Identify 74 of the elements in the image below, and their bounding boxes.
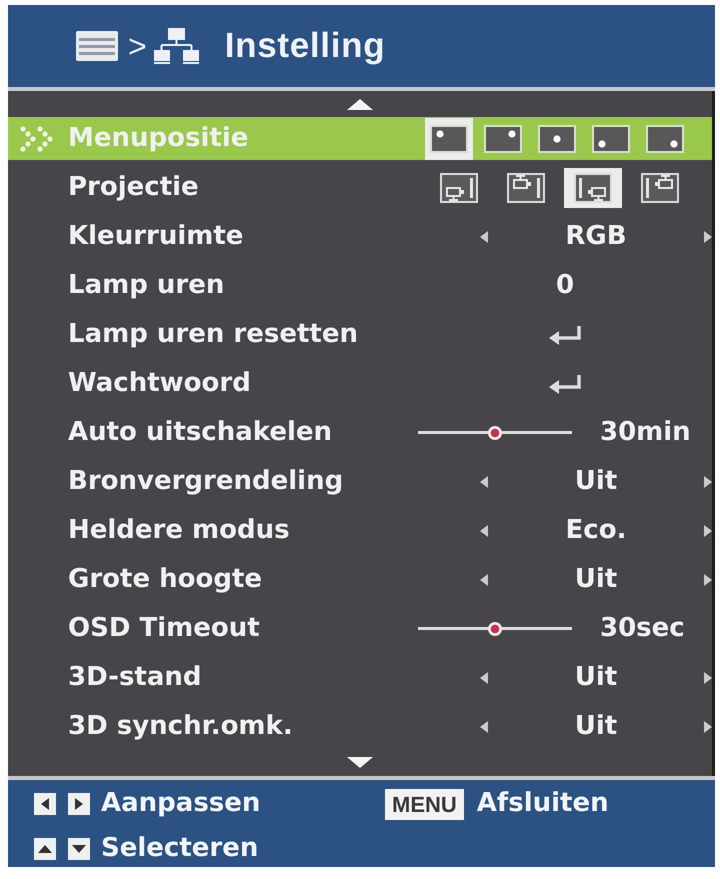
menu-key: MENU [385, 788, 464, 820]
screen-position-icon[interactable] [425, 118, 473, 160]
menu-row[interactable]: Lamp uren 0 [8, 264, 712, 307]
screen-position-icon[interactable] [592, 124, 630, 152]
menu-row[interactable]: Kleurruimte RGB [8, 215, 712, 258]
setting-label: Heldere modus [68, 514, 291, 546]
projection-mode-icon[interactable] [564, 168, 622, 208]
setting-label: Lamp uren [68, 270, 226, 302]
left-arrow-icon [480, 574, 488, 586]
selection-chevron-icon [20, 126, 54, 152]
menu-row[interactable]: Wachtwoord [8, 362, 712, 405]
slider-thumb[interactable] [488, 622, 502, 636]
setting-value: Uit [574, 564, 618, 596]
scroll-up-arrow-icon [347, 98, 373, 110]
menu-row[interactable]: 3D synchr.omk. Uit [8, 705, 712, 748]
menu-row[interactable]: 3D-stand Uit [8, 656, 712, 699]
menu-row[interactable]: Auto uitschakelen 30min [8, 411, 712, 454]
setting-value: Uit [574, 710, 618, 742]
menu-row[interactable]: Heldere modus Eco. [8, 509, 712, 552]
projection-mode-icon[interactable] [507, 172, 545, 202]
setting-label: Projectie [68, 172, 200, 204]
right-key-icon [68, 793, 90, 815]
right-arrow-icon [704, 476, 712, 488]
hint-label: Afsluiten [476, 788, 609, 820]
slider-reading: 30sec [600, 612, 685, 644]
right-arrow-icon [704, 230, 712, 242]
setting-value: Uit [574, 662, 618, 694]
menu-row[interactable]: Grote hoogte Uit [8, 558, 712, 601]
left-arrow-icon [480, 672, 488, 684]
right-arrow-icon [704, 672, 712, 684]
right-arrow-icon [704, 720, 712, 732]
setting-value: RGB [564, 220, 628, 252]
slider-thumb[interactable] [488, 426, 502, 440]
setting-label: Lamp uren resetten [68, 318, 359, 350]
enter-icon [548, 372, 582, 394]
setting-label: Auto uitschakelen [68, 416, 334, 448]
left-arrow-icon [480, 720, 488, 732]
menu-list-icon [76, 31, 118, 61]
setting-value: 0 [556, 270, 574, 302]
setting-value: Uit [574, 466, 618, 498]
projection-mode-icon[interactable] [440, 172, 478, 202]
screen-position-icon[interactable] [646, 124, 684, 152]
setting-label: OSD Timeout [68, 612, 261, 644]
screen-position-icon[interactable] [538, 124, 576, 152]
enter-icon [548, 324, 582, 346]
setting-label: Grote hoogte [68, 564, 264, 596]
screen-position-icon[interactable] [484, 124, 522, 152]
menu-row[interactable]: OSD Timeout 30sec [8, 607, 712, 650]
right-arrow-icon [704, 524, 712, 536]
setting-label: Wachtwoord [68, 368, 252, 400]
menu-row[interactable]: Lamp uren resetten [8, 313, 712, 356]
breadcrumb-separator: > [128, 30, 147, 62]
right-arrow-icon [704, 574, 712, 586]
hint-label: Selecteren [101, 833, 258, 865]
setting-value: Eco. [564, 514, 628, 546]
hint-label: Aanpassen [101, 788, 260, 820]
menu-row[interactable]: Bronvergrendeling Uit [8, 460, 712, 503]
network-icon [154, 28, 199, 64]
projection-mode-icon[interactable] [641, 172, 679, 202]
setting-label: Menupositie [68, 122, 250, 154]
left-arrow-icon [480, 524, 488, 536]
down-key-icon [68, 838, 90, 860]
slider-reading: 30min [600, 416, 691, 448]
menu-row[interactable]: Projectie [8, 166, 712, 209]
setting-label: 3D-stand [68, 662, 203, 694]
scroll-down-arrow-icon [347, 756, 373, 768]
left-arrow-icon [480, 230, 488, 242]
setting-label: Bronvergrendeling [68, 466, 344, 498]
setting-label: Kleurruimte [68, 220, 244, 252]
setting-label: 3D synchr.omk. [68, 710, 294, 742]
up-key-icon [34, 838, 56, 860]
left-arrow-icon [480, 476, 488, 488]
menu-title: Instelling [224, 26, 386, 66]
left-key-icon [34, 793, 56, 815]
